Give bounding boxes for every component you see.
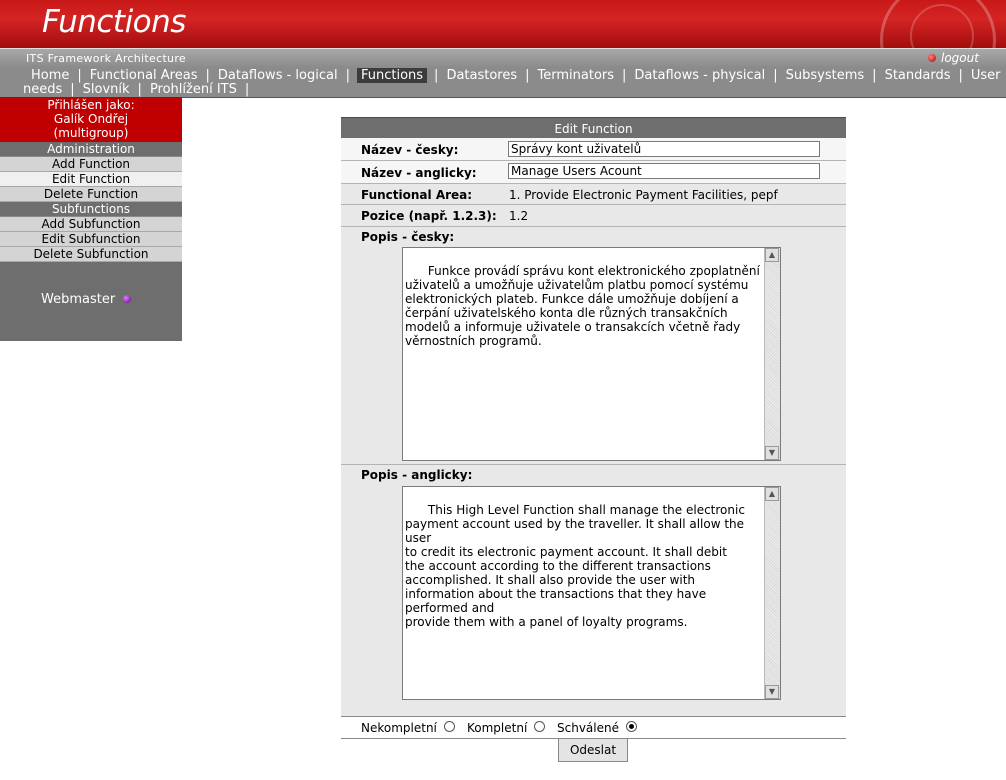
status-incomplete-label: Nekompletní xyxy=(361,721,437,735)
sidebar-item-edit-function[interactable]: Edit Function xyxy=(0,172,182,187)
app-subtitle: ITS Framework Architecture xyxy=(26,52,186,65)
nav-datastores[interactable]: Datastores xyxy=(445,68,518,83)
area-value: 1. Provide Electronic Payment Facilities… xyxy=(509,188,778,202)
scroll-down-icon[interactable]: ▼ xyxy=(765,685,779,699)
nav-prohlizeni-its[interactable]: Prohlížení ITS xyxy=(149,82,238,97)
logout-link[interactable]: logout xyxy=(928,51,979,65)
sidebar-item-delete-subfunction[interactable]: Delete Subfunction xyxy=(0,247,182,262)
radio-icon[interactable] xyxy=(534,721,546,732)
scrollbar[interactable]: ▲ ▼ xyxy=(764,248,780,460)
sidebar-head-administration: Administration xyxy=(0,142,182,157)
radio-icon[interactable] xyxy=(443,721,455,732)
status-radio-group: Nekompletní Kompletní Schválené xyxy=(341,716,846,739)
login-group: (multigroup) xyxy=(53,126,129,140)
desc-en-textarea[interactable]: This High Level Function shall manage th… xyxy=(402,486,781,700)
form-heading: Edit Function xyxy=(341,117,846,138)
nav-user-needs-cont[interactable]: needs xyxy=(22,82,63,97)
main-nav: Home | Functional Areas | Dataflows - logica… xyxy=(0,68,1006,98)
header-banner: Functions xyxy=(0,0,1006,48)
radio-selected-icon[interactable] xyxy=(625,721,637,732)
status-complete-label: Kompletní xyxy=(467,721,528,735)
login-info: Přihlášen jako: Galík Ondřej (multigroup… xyxy=(0,97,182,142)
position-label: Pozice (např. 1.2.3): xyxy=(361,209,497,223)
sidebar-head-subfunctions: Subfunctions xyxy=(0,202,182,217)
nav-user-needs[interactable]: User xyxy=(970,68,1002,83)
desc-en-label: Popis - anglicky: xyxy=(361,468,473,482)
status-approved[interactable]: Schválené xyxy=(557,721,637,735)
desc-cz-label: Popis - česky: xyxy=(361,230,455,244)
scroll-down-icon[interactable]: ▼ xyxy=(765,446,779,460)
scroll-up-icon[interactable]: ▲ xyxy=(765,248,779,262)
status-complete[interactable]: Kompletní xyxy=(467,721,546,735)
webmaster-label: Webmaster xyxy=(41,292,116,307)
desc-cz-text: Funkce provádí správu kont elektronickéh… xyxy=(405,264,760,348)
row-functional-area: Functional Area: 1. Provide Electronic P… xyxy=(341,184,846,205)
nav-terminators[interactable]: Terminators xyxy=(537,68,616,83)
subtitle-bar: ITS Framework Architecture logout xyxy=(0,48,1006,68)
row-name-cz: Název - česky: xyxy=(341,138,846,161)
nav-slovnik[interactable]: Slovník xyxy=(82,82,131,97)
submit-button[interactable]: Odeslat xyxy=(558,738,628,762)
sidebar-item-add-function[interactable]: Add Function xyxy=(0,157,182,172)
scroll-up-icon[interactable]: ▲ xyxy=(765,487,779,501)
row-desc-cz: Popis - česky: Funkce provádí správu kon… xyxy=(341,227,846,465)
nav-line-1: Home | Functional Areas | Dataflows - logica… xyxy=(30,68,1002,83)
page-title: Functions xyxy=(42,4,186,40)
bullet-icon xyxy=(123,295,132,303)
webmaster-link[interactable]: Webmaster xyxy=(41,292,132,307)
area-label: Functional Area: xyxy=(361,188,473,202)
name-en-input[interactable] xyxy=(508,163,820,179)
nav-functions[interactable]: Functions xyxy=(356,68,428,83)
status-approved-label: Schválené xyxy=(557,721,619,735)
sidebar-item-edit-subfunction[interactable]: Edit Subfunction xyxy=(0,232,182,247)
nav-standards[interactable]: Standards xyxy=(884,68,952,83)
nav-dataflows-logical[interactable]: Dataflows - logical xyxy=(217,68,339,83)
nav-functional-areas[interactable]: Functional Areas xyxy=(89,68,199,83)
scrollbar[interactable]: ▲ ▼ xyxy=(764,487,780,699)
row-name-en: Název - anglicky: xyxy=(341,161,846,184)
name-cz-input[interactable] xyxy=(508,141,820,157)
status-incomplete[interactable]: Nekompletní xyxy=(361,721,455,735)
bullet-icon xyxy=(928,54,936,62)
sidebar-item-delete-function[interactable]: Delete Function xyxy=(0,187,182,202)
desc-en-text: This High Level Function shall manage th… xyxy=(405,503,745,629)
logout-label: logout xyxy=(941,51,979,65)
row-position: Pozice (např. 1.2.3): 1.2 xyxy=(341,205,846,227)
login-user: Galík Ondřej xyxy=(53,112,129,126)
sidebar: Přihlášen jako: Galík Ondřej (multigroup… xyxy=(0,97,182,341)
edit-function-form: Edit Function Název - česky: Název - ang… xyxy=(341,117,846,716)
nav-dataflows-physical[interactable]: Dataflows - physical xyxy=(633,68,766,83)
row-desc-en: Popis - anglicky: This High Level Functi… xyxy=(341,465,846,716)
position-value: 1.2 xyxy=(509,209,529,223)
nav-home[interactable]: Home xyxy=(30,68,70,83)
desc-cz-textarea[interactable]: Funkce provádí správu kont elektronickéh… xyxy=(402,247,781,461)
sidebar-item-add-subfunction[interactable]: Add Subfunction xyxy=(0,217,182,232)
name-en-label: Název - anglicky: xyxy=(361,166,477,180)
login-label: Přihlášen jako: xyxy=(47,98,135,112)
nav-subsystems[interactable]: Subsystems xyxy=(785,68,866,83)
name-cz-label: Název - česky: xyxy=(361,143,459,157)
nav-line-2: needs | Slovník | Prohlížení ITS | xyxy=(22,82,250,97)
